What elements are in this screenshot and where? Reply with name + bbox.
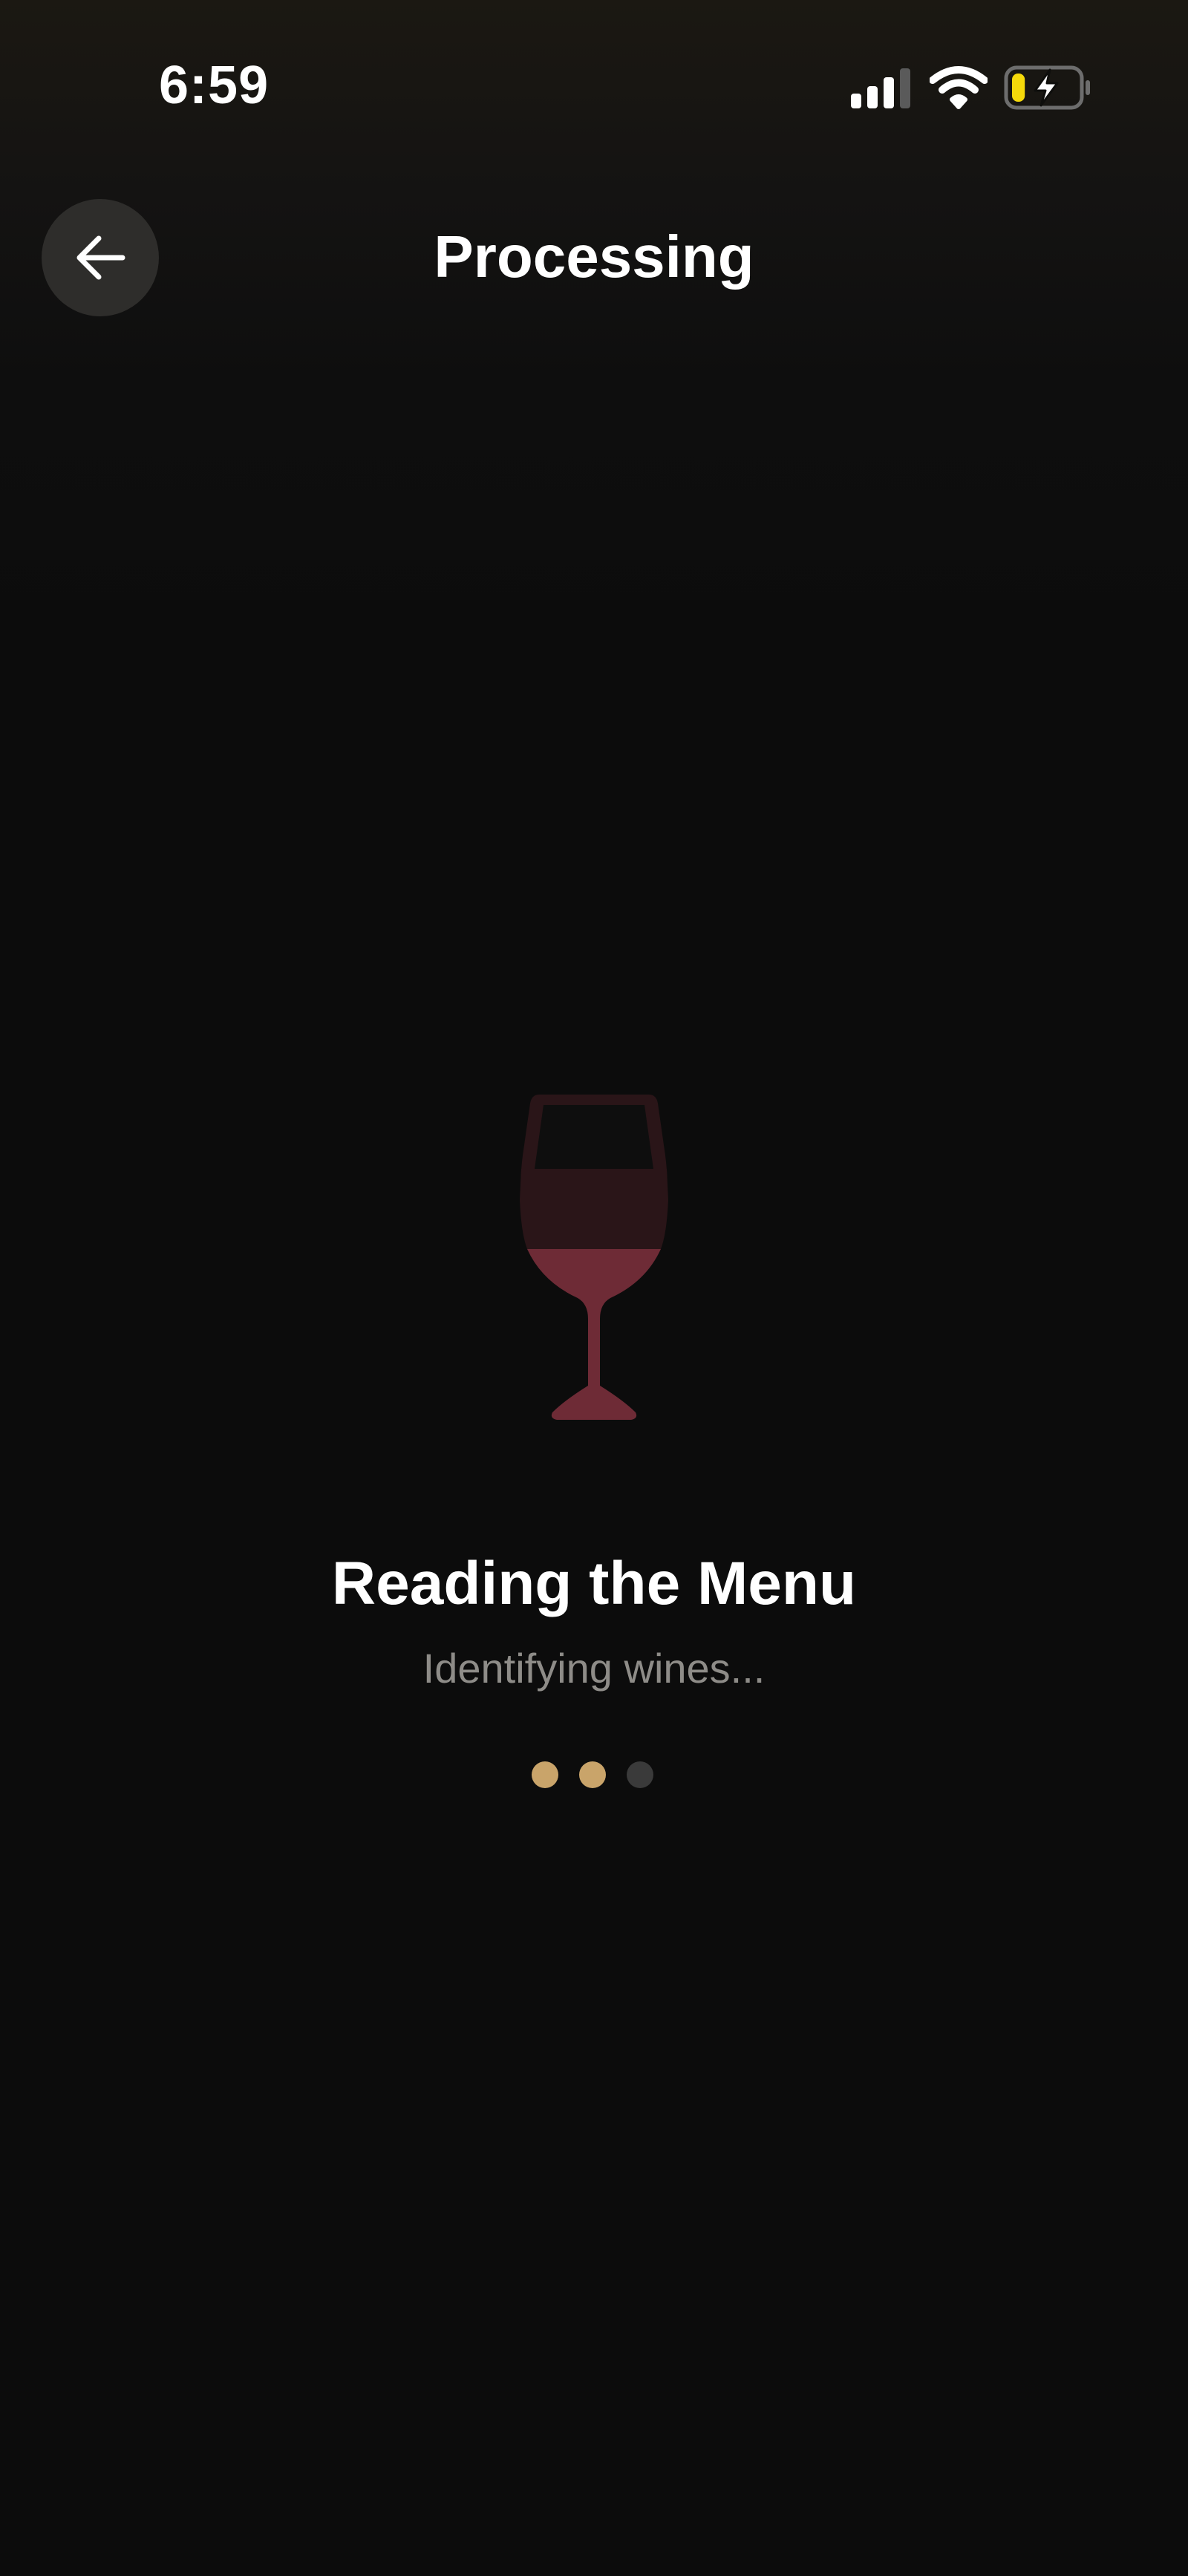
processing-screen: 6:59 Processing Reading the Menu Identif… xyxy=(0,0,1188,2576)
page-title: Processing xyxy=(434,224,754,290)
progress-dot xyxy=(532,1761,558,1788)
progress-dot xyxy=(627,1761,653,1788)
back-button[interactable] xyxy=(42,199,159,316)
wine-glass-icon xyxy=(520,1095,668,1420)
progress-dot xyxy=(579,1761,606,1788)
signal-icon xyxy=(851,68,910,108)
wifi-icon xyxy=(930,66,988,109)
status-bar: 6:59 xyxy=(0,0,1188,178)
battery-charging-icon xyxy=(1004,65,1090,110)
status-time: 6:59 xyxy=(159,56,270,115)
status-heading: Reading the Menu xyxy=(331,1550,857,1617)
progress-indicator xyxy=(520,1760,668,1790)
status-subtext: Identifying wines... xyxy=(422,1645,766,1692)
arrow-left-icon xyxy=(76,235,125,280)
